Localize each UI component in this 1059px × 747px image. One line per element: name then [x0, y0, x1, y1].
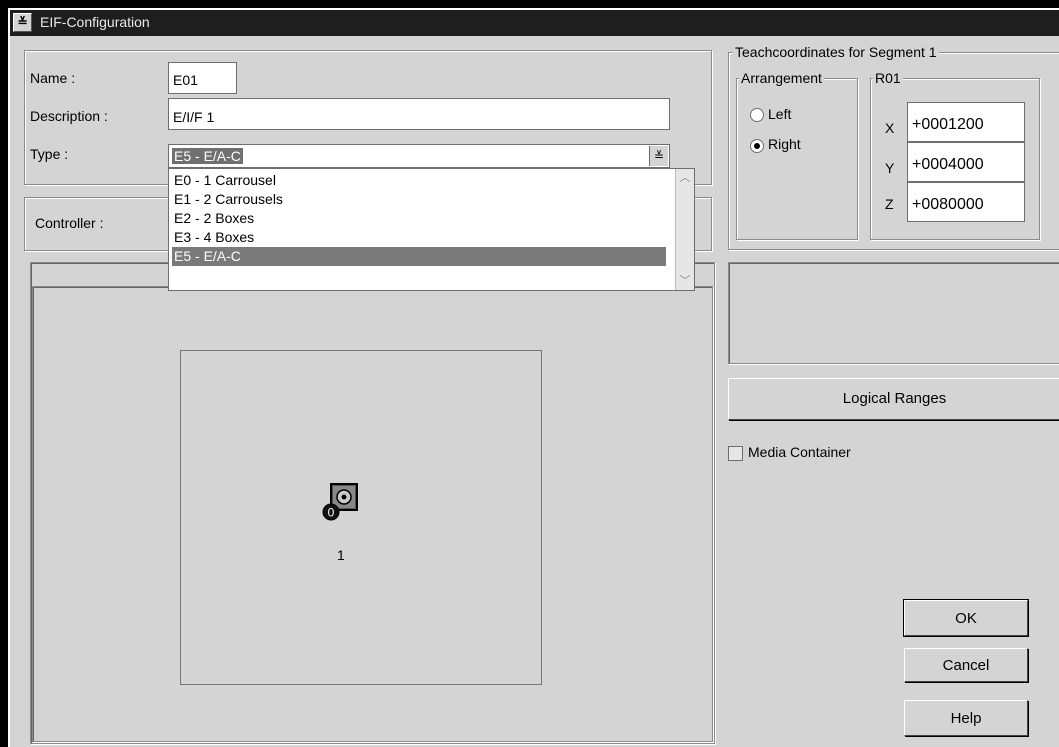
drive-label: 1 [337, 547, 345, 563]
cancel-button[interactable]: Cancel [904, 648, 1028, 682]
media-container-label: Media Container [748, 444, 851, 460]
teachcoordinates-title: Teachcoordinates for Segment 1 [733, 44, 939, 60]
z-coordinate-field[interactable]: +0080000 [907, 182, 1025, 222]
type-option-e2[interactable]: E2 - 2 Boxes [172, 209, 666, 228]
title-bar[interactable]: ≚ EIF-Configuration [10, 10, 1059, 36]
r01-title: R01 [873, 70, 903, 86]
type-option-e1[interactable]: E1 - 2 Carrousels [172, 190, 666, 209]
description-label: Description : [30, 108, 108, 124]
drive-badge: 0 [328, 506, 335, 520]
eif-configuration-window: ≚ EIF-Configuration Name : E01 Descripti… [8, 8, 1059, 747]
dropdown-arrow-icon[interactable]: ≚ [649, 146, 668, 166]
description-field[interactable]: E/I/F 1 [168, 98, 670, 130]
help-button[interactable]: Help [904, 700, 1028, 736]
type-combobox[interactable]: E5 - E/A-C ≚ [168, 144, 670, 168]
y-coordinate-field[interactable]: +0004000 [907, 142, 1025, 182]
radio-right-label: Right [768, 136, 801, 152]
dropdown-scrollbar[interactable]: ︿ ﹀ [675, 169, 694, 290]
ok-button[interactable]: OK [903, 599, 1029, 637]
radio-right[interactable] [750, 139, 764, 153]
type-label: Type : [30, 146, 69, 162]
scroll-down-icon[interactable]: ﹀ [678, 274, 692, 288]
type-selected-value: E5 - E/A-C [172, 148, 243, 164]
logical-ranges-button[interactable]: Logical Ranges [728, 378, 1059, 420]
x-axis-label: X [885, 120, 895, 136]
arrangement-title: Arrangement [739, 70, 824, 86]
name-field[interactable]: E01 [168, 62, 237, 94]
window-title: EIF-Configuration [40, 14, 150, 30]
x-coordinate-field[interactable]: +0001200 [907, 102, 1025, 142]
radio-left[interactable] [750, 108, 764, 122]
name-label: Name : [30, 70, 76, 86]
segment-box: 0 1 [180, 350, 542, 685]
y-axis-label: Y [885, 160, 895, 176]
type-dropdown-list[interactable]: E0 - 1 Carrousel E1 - 2 Carrousels E2 - … [168, 168, 695, 291]
media-drive-icon[interactable]: 0 [321, 481, 361, 521]
type-option-e0[interactable]: E0 - 1 Carrousel [172, 171, 666, 190]
info-panel [728, 262, 1059, 364]
media-container-checkbox[interactable] [728, 446, 743, 461]
scroll-up-icon[interactable]: ︿ [678, 171, 692, 185]
arrangement-group [736, 78, 858, 240]
type-option-e3[interactable]: E3 - 4 Boxes [172, 228, 666, 247]
radio-left-label: Left [768, 106, 792, 122]
system-menu-icon[interactable]: ≚ [13, 13, 32, 32]
z-axis-label: Z [885, 196, 894, 212]
controller-label: Controller : [35, 215, 104, 231]
type-option-e5[interactable]: E5 - E/A-C [172, 247, 666, 266]
